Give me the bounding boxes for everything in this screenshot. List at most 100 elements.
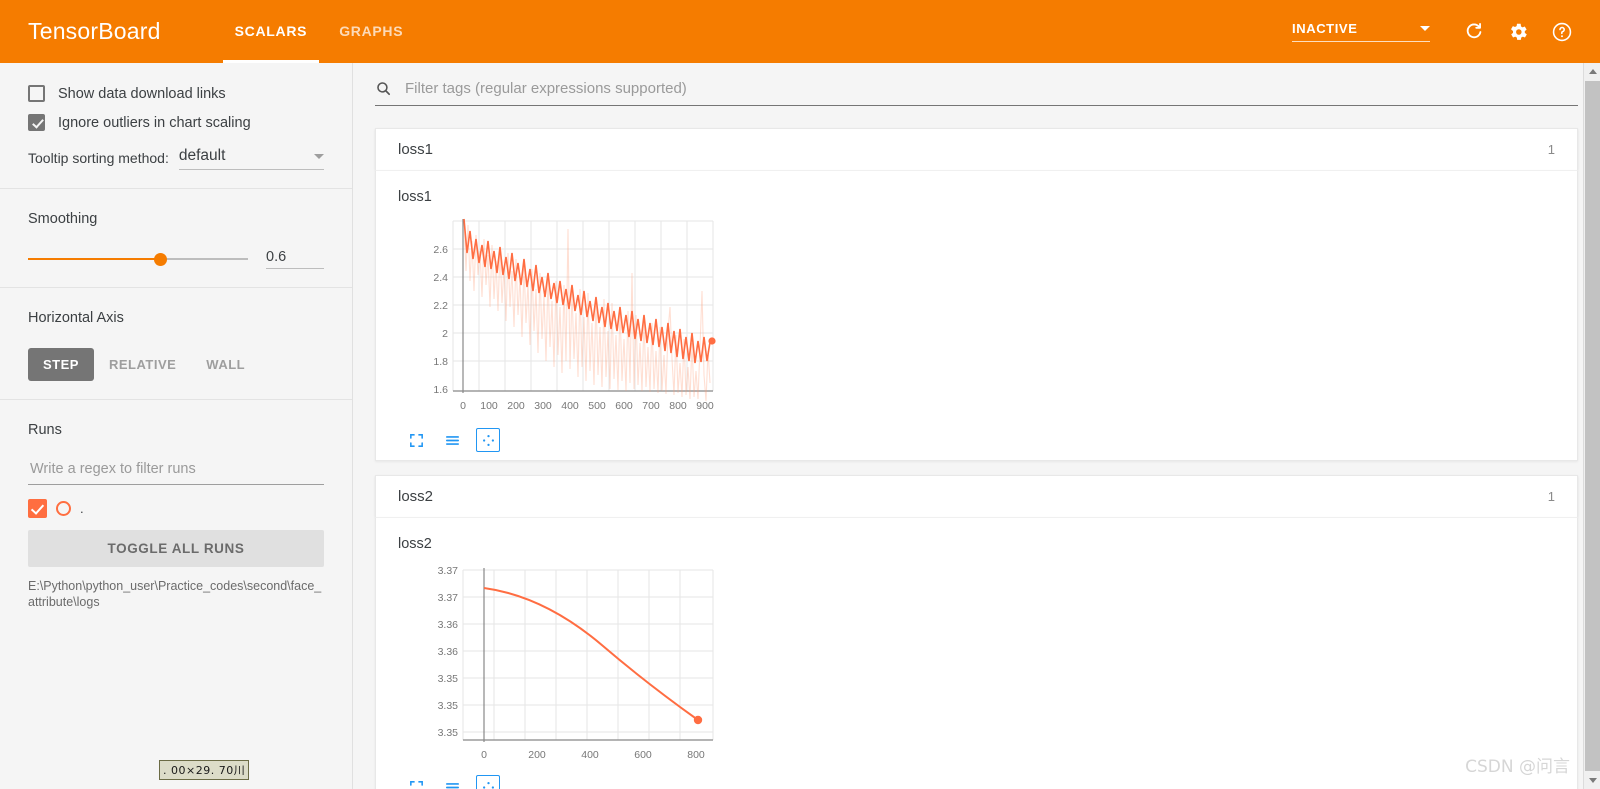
checkbox-ignore-outliers[interactable]: Ignore outliers in chart scaling (28, 114, 324, 131)
axis-option-relative[interactable]: RELATIVE (94, 348, 191, 381)
chart-loss1[interactable]: 1.6 1.8 2 2.2 2.4 2.6 0 100 200 300 400 … (376, 211, 1577, 426)
search-icon (375, 80, 392, 97)
y-axis-labels: 1.6 1.8 2 2.2 2.4 2.6 (433, 244, 448, 396)
card-body-loss1: loss1 1.6 1.8 2 2.2 2.4 2.6 0 100 200 30… (375, 170, 1578, 461)
svg-text:400: 400 (561, 400, 579, 412)
svg-text:200: 200 (507, 400, 525, 412)
axis-option-wall[interactable]: WALL (191, 348, 260, 381)
ime-size-hint: . 00×29. 70川 (159, 760, 250, 780)
help-button[interactable] (1540, 10, 1584, 54)
smoothing-value[interactable]: 0.6 (266, 249, 324, 269)
svg-text:300: 300 (534, 400, 552, 412)
run-item[interactable]: . (28, 499, 324, 518)
slider-thumb[interactable] (154, 253, 167, 266)
svg-text:0: 0 (481, 749, 487, 761)
sidebar: Show data download links Ignore outliers… (0, 63, 353, 789)
runs-filter-input[interactable] (28, 460, 324, 478)
tab-scalars[interactable]: SCALARS (219, 0, 324, 63)
data-series-icon (445, 782, 459, 788)
runs-title: Runs (28, 422, 62, 438)
run-label: . (80, 501, 84, 516)
fit-domain-button-loss2[interactable] (476, 775, 500, 789)
refresh-icon (1466, 22, 1482, 38)
svg-text:3.36: 3.36 (438, 646, 459, 658)
fullscreen-button-loss1[interactable] (404, 428, 428, 452)
runs-filter[interactable] (28, 460, 324, 485)
axis-option-step[interactable]: STEP (28, 348, 94, 381)
svg-text:3.35: 3.35 (438, 673, 459, 685)
chart-loss2[interactable]: 3.37 3.37 3.36 3.36 3.35 3.35 3.35 0 200… (376, 558, 1577, 773)
chart-tools-loss1 (376, 428, 1577, 452)
series-last-point-loss1 (708, 337, 716, 345)
app-header: TensorBoard SCALARS GRAPHS INACTIVE (0, 0, 1600, 63)
svg-text:2.6: 2.6 (433, 244, 448, 256)
checkbox-show-download-links[interactable]: Show data download links (28, 85, 324, 102)
run-color-swatch-icon (56, 501, 71, 516)
chart-tools-loss2 (376, 775, 1577, 789)
chevron-down-icon (314, 153, 324, 159)
tab-scalars-label: SCALARS (234, 23, 308, 39)
smoothing-title: Smoothing (28, 211, 98, 227)
checkbox-unchecked-icon (28, 85, 45, 102)
series-loss2 (483, 587, 699, 721)
slider-fill (28, 258, 160, 260)
runs-section: Runs . TOGGLE ALL RUNS E:\Python\python_… (0, 400, 352, 628)
svg-text:3.35: 3.35 (438, 700, 459, 712)
chevron-up-icon (1588, 69, 1597, 74)
chevron-down-icon (1420, 26, 1430, 31)
card-header-loss1[interactable]: loss1 1 (375, 128, 1578, 170)
card-body-loss2: loss2 3.37 3.37 3.36 3.36 3.35 3.35 3.35… (375, 517, 1578, 789)
refresh-button[interactable] (1452, 10, 1496, 54)
svg-text:600: 600 (634, 749, 652, 761)
svg-text:3.36: 3.36 (438, 619, 459, 631)
card-title-loss1: loss1 (398, 141, 434, 158)
svg-text:3.37: 3.37 (438, 592, 459, 604)
svg-text:900: 900 (696, 400, 714, 412)
checkbox-checked-icon (28, 114, 45, 131)
app-body: Show data download links Ignore outliers… (0, 63, 1600, 789)
fit-domain-icon (482, 781, 494, 789)
svg-text:2.4: 2.4 (433, 272, 448, 284)
svg-text:200: 200 (528, 749, 546, 761)
grid-lines (462, 569, 714, 740)
fullscreen-icon (409, 780, 423, 789)
sidebar-options: Show data download links Ignore outliers… (0, 63, 352, 188)
svg-text:2: 2 (442, 328, 448, 340)
tooltip-sorting-value: default (178, 147, 226, 164)
svg-text:100: 100 (480, 400, 498, 412)
scrollbar-down-button[interactable] (1584, 772, 1600, 789)
settings-button[interactable] (1496, 10, 1540, 54)
app-title: TensorBoard (28, 18, 161, 44)
gear-icon (1511, 23, 1527, 40)
chart-title-loss1: loss1 (398, 189, 432, 205)
checkbox-show-download-links-label: Show data download links (58, 85, 226, 102)
chart-title-loss2: loss2 (398, 536, 432, 552)
run-checkbox[interactable] (28, 499, 47, 518)
main-scrollbar[interactable] (1583, 63, 1600, 789)
fullscreen-button-loss2[interactable] (404, 775, 428, 789)
toggle-all-runs-button[interactable]: TOGGLE ALL RUNS (28, 530, 324, 567)
horizontal-axis-title: Horizontal Axis (28, 310, 124, 326)
tag-filter[interactable] (375, 79, 1578, 106)
tooltip-sorting-row: Tooltip sorting method: default (28, 147, 324, 170)
chevron-down-icon (1588, 778, 1597, 783)
tab-graphs[interactable]: GRAPHS (323, 0, 419, 63)
fit-domain-button-loss1[interactable] (476, 428, 500, 452)
card-header-loss2[interactable]: loss2 1 (375, 475, 1578, 517)
scrollbar-up-button[interactable] (1584, 63, 1600, 80)
card-count-loss2: 1 (1547, 489, 1555, 504)
y-axis-labels: 3.37 3.37 3.36 3.36 3.35 3.35 3.35 (438, 565, 459, 739)
svg-text:1.8: 1.8 (433, 356, 448, 368)
card-count-loss1: 1 (1547, 142, 1555, 157)
reload-status-dropdown[interactable]: INACTIVE (1292, 21, 1430, 42)
data-series-button-loss2[interactable] (440, 775, 464, 789)
help-circle-icon (1552, 22, 1572, 41)
header-actions: INACTIVE (1292, 10, 1584, 54)
tooltip-sorting-dropdown[interactable]: default (178, 147, 324, 170)
scrollbar-thumb[interactable] (1585, 81, 1600, 771)
tag-filter-input[interactable] (403, 79, 1578, 98)
smoothing-slider[interactable] (28, 252, 248, 266)
data-series-button-loss1[interactable] (440, 428, 464, 452)
chart-svg-loss1: 1.6 1.8 2 2.2 2.4 2.6 0 100 200 300 400 … (433, 218, 716, 412)
svg-text:3.37: 3.37 (438, 565, 459, 577)
